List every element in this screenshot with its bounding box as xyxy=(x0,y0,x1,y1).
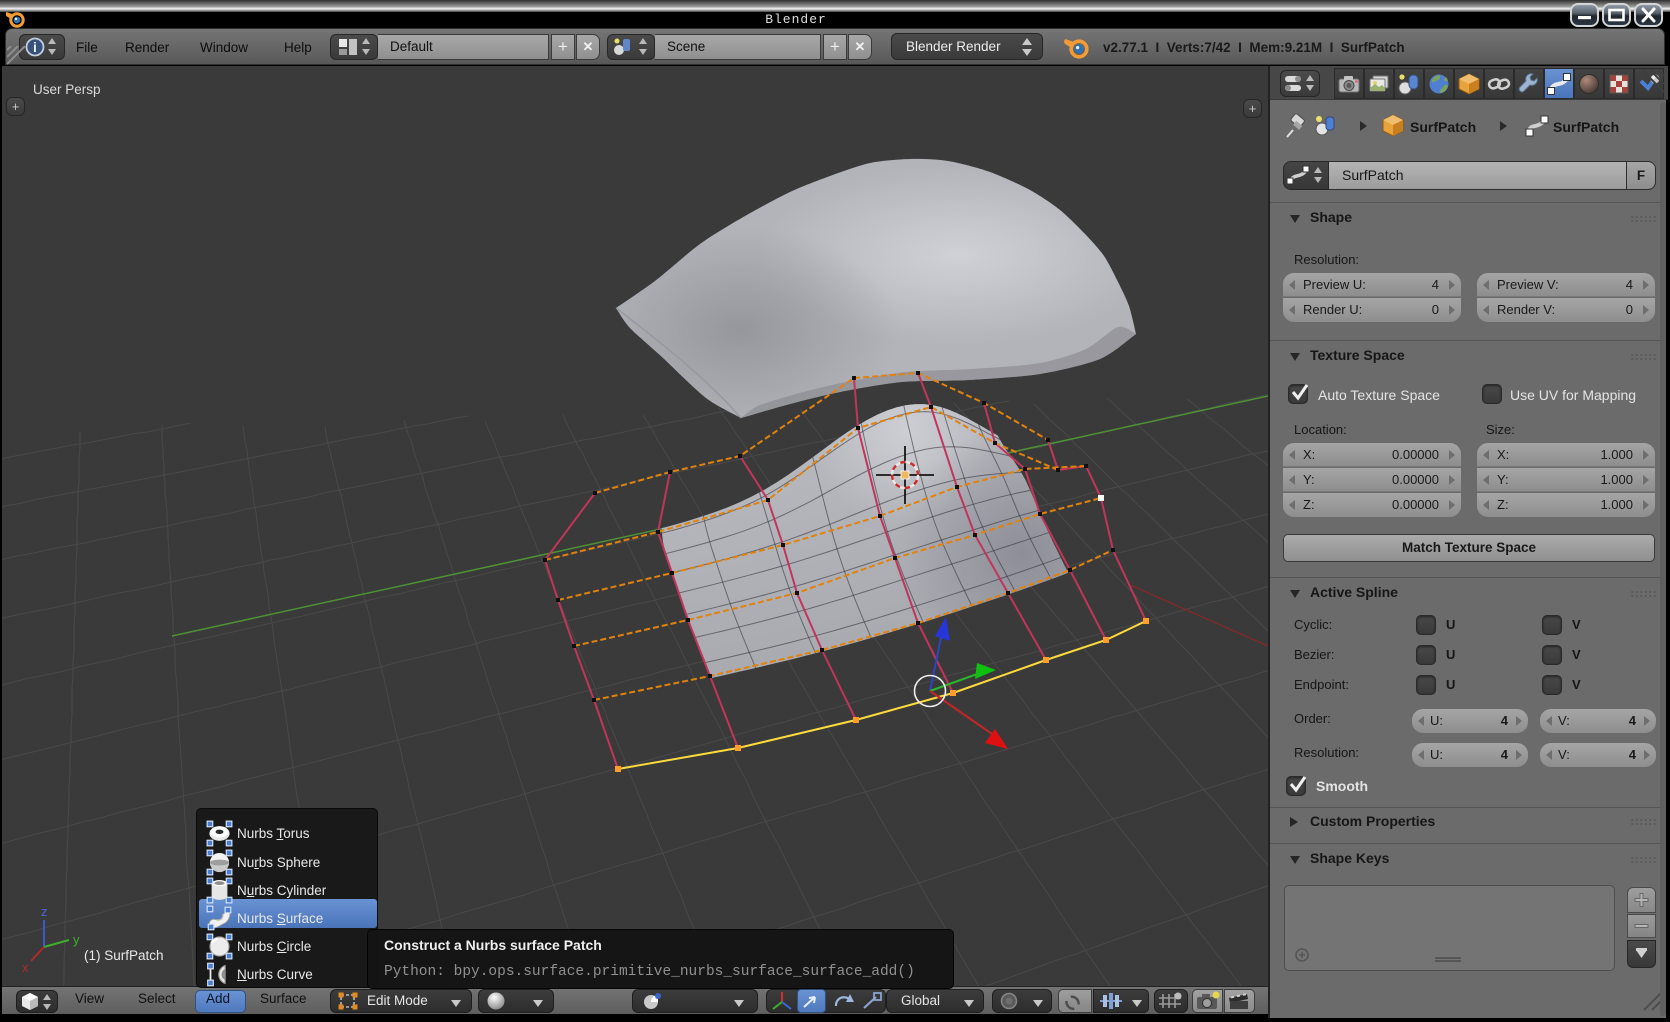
svg-text:z: z xyxy=(41,904,48,919)
svg-text:SurfPatch: SurfPatch xyxy=(1410,119,1476,135)
svg-text:SurfPatch: SurfPatch xyxy=(1553,119,1619,135)
svg-text:i: i xyxy=(33,39,37,55)
svg-text:x: x xyxy=(22,960,29,975)
svg-text:y: y xyxy=(73,932,80,947)
